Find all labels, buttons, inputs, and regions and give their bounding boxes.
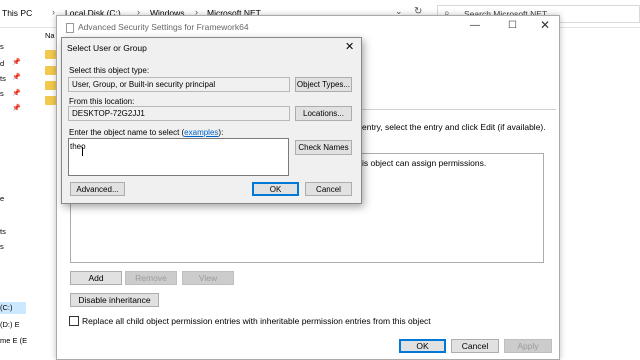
folder-icon [45, 66, 56, 75]
dialog-title: Select User or Group [67, 43, 147, 53]
pin-icon: 📌 [12, 105, 21, 112]
object-types-button[interactable]: Object Types... [295, 77, 352, 92]
replace-permissions-checkbox[interactable] [69, 316, 79, 326]
minimize-icon[interactable]: — [470, 20, 480, 31]
object-name-value: theo [70, 142, 86, 151]
object-type-label: Select this object type: [69, 66, 150, 75]
location-label: From this location: [69, 97, 135, 106]
object-name-input[interactable] [68, 138, 289, 176]
nav-item-drive-c[interactable]: (C:) [0, 303, 13, 312]
ok-button[interactable]: OK [399, 339, 446, 353]
cancel-button[interactable]: Cancel [451, 339, 499, 353]
nav-item-fragment[interactable]: s [0, 42, 4, 51]
add-button[interactable]: Add [70, 271, 122, 285]
check-names-button[interactable]: Check Names [295, 140, 352, 155]
nav-item-drive-d[interactable]: (D:) E [0, 320, 20, 329]
location-field: DESKTOP-72G2JJ1 [68, 106, 290, 121]
nav-item-fragment[interactable]: ts [0, 74, 6, 83]
pin-icon: 📌 [12, 74, 21, 81]
nav-item-drive-e[interactable]: me E (E [0, 336, 27, 345]
close-icon[interactable]: ✕ [345, 40, 354, 53]
view-button[interactable]: View [182, 271, 234, 285]
object-type-field: User, Group, or Built-in security princi… [68, 77, 290, 92]
nav-item-fragment[interactable]: s [0, 242, 4, 251]
folder-icon [45, 96, 56, 105]
label-text: ): [218, 128, 224, 137]
remove-button[interactable]: Remove [125, 271, 177, 285]
maximize-icon[interactable]: ☐ [508, 20, 517, 31]
pin-icon: 📌 [12, 90, 21, 97]
nav-item-fragment[interactable]: d [0, 59, 4, 68]
enter-object-name-label: Enter the object name to select (example… [69, 128, 223, 137]
folder-icon [45, 81, 56, 90]
nav-item-fragment[interactable]: ts [0, 227, 6, 236]
apply-button[interactable]: Apply [504, 339, 552, 353]
divider [360, 109, 556, 110]
nav-item-fragment[interactable]: e [0, 194, 4, 203]
hint-text: entry, select the entry and click Edit (… [362, 122, 546, 132]
disable-inheritance-button[interactable]: Disable inheritance [70, 293, 159, 307]
dialog-cancel-button[interactable]: Cancel [305, 182, 352, 196]
nav-item-fragment[interactable]: s [0, 89, 4, 98]
document-icon [66, 23, 74, 33]
examples-link[interactable]: examples [184, 128, 218, 137]
label-text: Enter the object name to select ( [69, 128, 185, 137]
breadcrumb-this-pc[interactable]: This PC [2, 8, 32, 18]
pin-icon: 📌 [12, 59, 21, 66]
text-cursor [82, 147, 83, 156]
advanced-security-title: Advanced Security Settings for Framework… [78, 22, 249, 32]
close-icon[interactable]: ✕ [540, 18, 550, 32]
breadcrumb-separator-icon: › [52, 7, 55, 17]
replace-permissions-label: Replace all child object permission entr… [82, 316, 431, 326]
column-header-name[interactable]: Na [45, 31, 55, 40]
dialog-ok-button[interactable]: OK [252, 182, 299, 196]
folder-icon [45, 50, 56, 59]
advanced-button[interactable]: Advanced... [70, 182, 125, 196]
permission-info-text: is object can assign permissions. [362, 158, 487, 168]
locations-button[interactable]: Locations... [295, 106, 352, 121]
